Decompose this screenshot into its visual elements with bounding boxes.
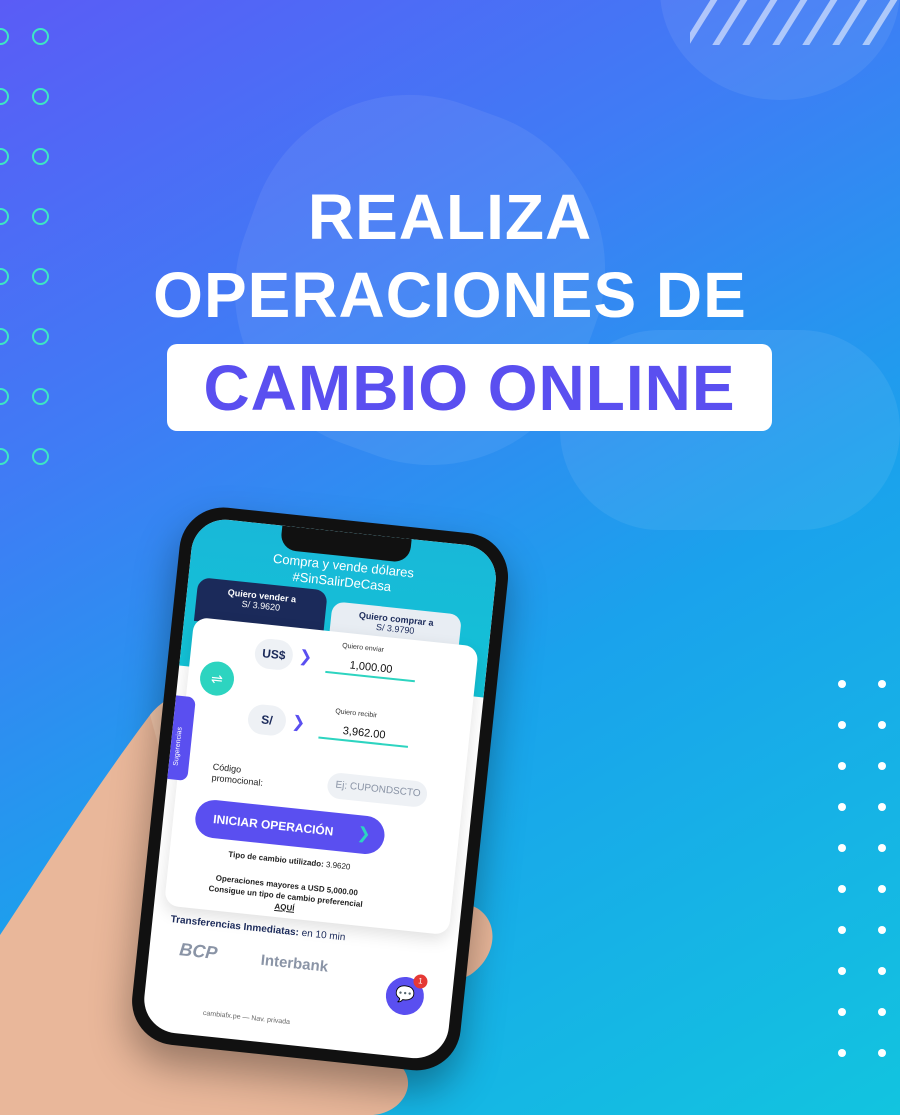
promo-input[interactable]: Ej: CUPONDSCTO — [326, 771, 429, 809]
dot — [878, 885, 886, 893]
headline-line-2: OPERACIONES DE — [153, 259, 747, 331]
dot — [878, 926, 886, 934]
rate-used-value: 3.9620 — [325, 860, 351, 872]
dot — [838, 680, 846, 688]
browser-url: cambiafx.pe — Nav. privada — [202, 1009, 291, 1027]
headline-highlight: CAMBIO ONLINE — [203, 351, 736, 424]
phone-mockup: Compra y vende dólares #SinSalirDeCasa Q… — [127, 503, 533, 1077]
swap-icon[interactable]: ⇌ — [198, 659, 236, 698]
dot — [878, 803, 886, 811]
dot — [878, 1049, 886, 1057]
start-operation-button[interactable]: INICIAR OPERACIÓN ❯ — [193, 798, 387, 856]
dot — [878, 967, 886, 975]
bank-logo-bcp: BCP — [178, 939, 219, 964]
dot — [838, 885, 846, 893]
transfers-label: Transferencias Inmediatas: — [170, 914, 300, 939]
dot — [838, 926, 846, 934]
dot — [838, 844, 846, 852]
exchange-card: ⇌ US$ ❯ Quiero enviar 1,000.00 S/ ❯ Quie… — [164, 616, 479, 936]
dot — [838, 1049, 846, 1057]
send-amount-input[interactable]: 1,000.00 — [325, 656, 417, 683]
send-arrow-icon: ❯ — [297, 648, 314, 667]
transfers-time: en 10 min — [301, 927, 346, 944]
dot — [878, 721, 886, 729]
slash-pattern — [690, 0, 900, 45]
headline-highlight-pill: CAMBIO ONLINE — [167, 344, 772, 431]
receive-label: Quiero recibir — [334, 708, 378, 720]
dot — [878, 844, 886, 852]
chat-badge: 1 — [412, 973, 429, 990]
start-operation-label: INICIAR OPERACIÓN — [212, 812, 335, 839]
receive-amount-input[interactable]: 3,962.00 — [318, 722, 410, 748]
receive-currency-chip[interactable]: S/ — [246, 703, 288, 737]
dot — [878, 680, 886, 688]
headline-line-1: REALIZA — [307, 181, 593, 253]
dot — [838, 803, 846, 811]
chevron-right-icon: ❯ — [356, 825, 372, 844]
rate-used-label: Tipo de cambio utilizado: — [227, 849, 325, 869]
dot — [838, 967, 846, 975]
send-currency-chip[interactable]: US$ — [253, 637, 295, 672]
send-label: Quiero enviar — [341, 642, 385, 654]
receive-arrow-icon: ❯ — [290, 713, 307, 732]
dot — [838, 762, 846, 770]
dot — [838, 721, 846, 729]
dot — [838, 1008, 846, 1016]
dot — [878, 762, 886, 770]
dot — [878, 1008, 886, 1016]
suggestions-label: Sugerencias — [172, 726, 184, 767]
phone-screen: Compra y vende dólares #SinSalirDeCasa Q… — [140, 516, 500, 1062]
promo-label: Código promocional: — [211, 761, 264, 788]
bank-logo-interbank: Interbank — [259, 951, 329, 976]
phone-frame: Compra y vende dólares #SinSalirDeCasa Q… — [127, 503, 513, 1075]
